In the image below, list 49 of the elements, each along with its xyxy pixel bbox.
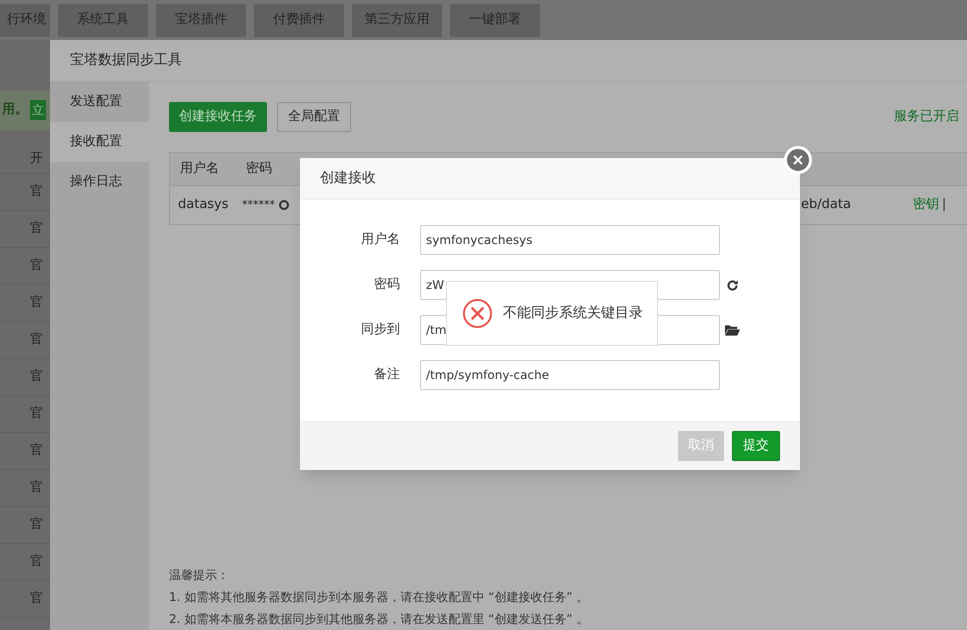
- table-cell-text: 官: [30, 220, 43, 238]
- link-separator: |: [942, 196, 946, 214]
- nav-tab[interactable]: 付费插件: [254, 4, 344, 36]
- field-label: 备注: [373, 366, 400, 384]
- nav-tab[interactable]: 宝塔插件: [156, 4, 246, 36]
- table-cell-text: 官: [30, 516, 43, 534]
- input-field[interactable]: symfonycachesys: [420, 225, 720, 255]
- panel-title: 宝塔数据同步工具: [70, 51, 182, 70]
- refresh-icon[interactable]: [726, 278, 739, 292]
- field-label: 密码: [373, 276, 400, 294]
- table-header: 开: [30, 150, 43, 168]
- table-cell-text: 官: [30, 553, 43, 572]
- notice-text: 用。: [2, 101, 28, 120]
- table-cell-text: 官: [30, 442, 43, 460]
- create-task-button[interactable]: 创建接收任务: [169, 102, 267, 132]
- tips-title: 温馨提示：: [169, 567, 230, 584]
- nav-tab[interactable]: 一键部署: [450, 4, 540, 36]
- table-cell-text: 官: [30, 183, 43, 202]
- error-icon: [462, 298, 493, 329]
- nav-tab[interactable]: 行环境: [0, 4, 50, 36]
- input-field[interactable]: /tmp/symfony-cache: [420, 360, 720, 390]
- service-status: 服务已开启: [894, 108, 959, 126]
- sidebar-item[interactable]: 接收配置: [50, 122, 149, 162]
- field-label: 用户名: [360, 231, 400, 250]
- table-cell-text: datasys: [177, 196, 230, 214]
- table-cell-text: 官: [30, 294, 43, 312]
- tip-text: 1. 如需将其他服务器数据同步到本服务器，请在接收配置中 “创建接收任务” 。: [169, 589, 590, 606]
- nav-tab[interactable]: 第三方应用: [352, 4, 442, 36]
- folder-icon[interactable]: [725, 324, 740, 336]
- column-header: 密码: [245, 160, 272, 178]
- global-config-button[interactable]: 全局配置: [277, 102, 351, 132]
- table-cell-text: 官: [30, 368, 43, 386]
- notice-button[interactable]: 立: [30, 100, 46, 120]
- table-cell-text: 官: [30, 331, 43, 350]
- table-cell-text: eb/data: [801, 196, 851, 214]
- nav-tab[interactable]: 系统工具: [58, 4, 148, 36]
- table-cell-text: 官: [30, 405, 43, 424]
- close-icon: [793, 155, 803, 165]
- table-cell-text: 官: [30, 479, 43, 498]
- column-header: 用户名: [179, 160, 220, 178]
- table-cell-text: 官: [30, 590, 43, 608]
- table-cell-text: ******: [241, 196, 275, 213]
- table-cell-text: 官: [30, 257, 43, 276]
- key-link[interactable]: 密钥: [912, 195, 939, 215]
- tip-text: 2. 如需将本服务器数据同步到其他服务器，请在发送配置里 “创建发送任务” 。: [169, 611, 590, 628]
- error-message: 不能同步系统关键目录: [503, 304, 643, 323]
- submit-button[interactable]: 提交: [732, 431, 780, 461]
- field-label: 同步到: [360, 321, 400, 340]
- dialog-title: 创建接收: [320, 169, 376, 188]
